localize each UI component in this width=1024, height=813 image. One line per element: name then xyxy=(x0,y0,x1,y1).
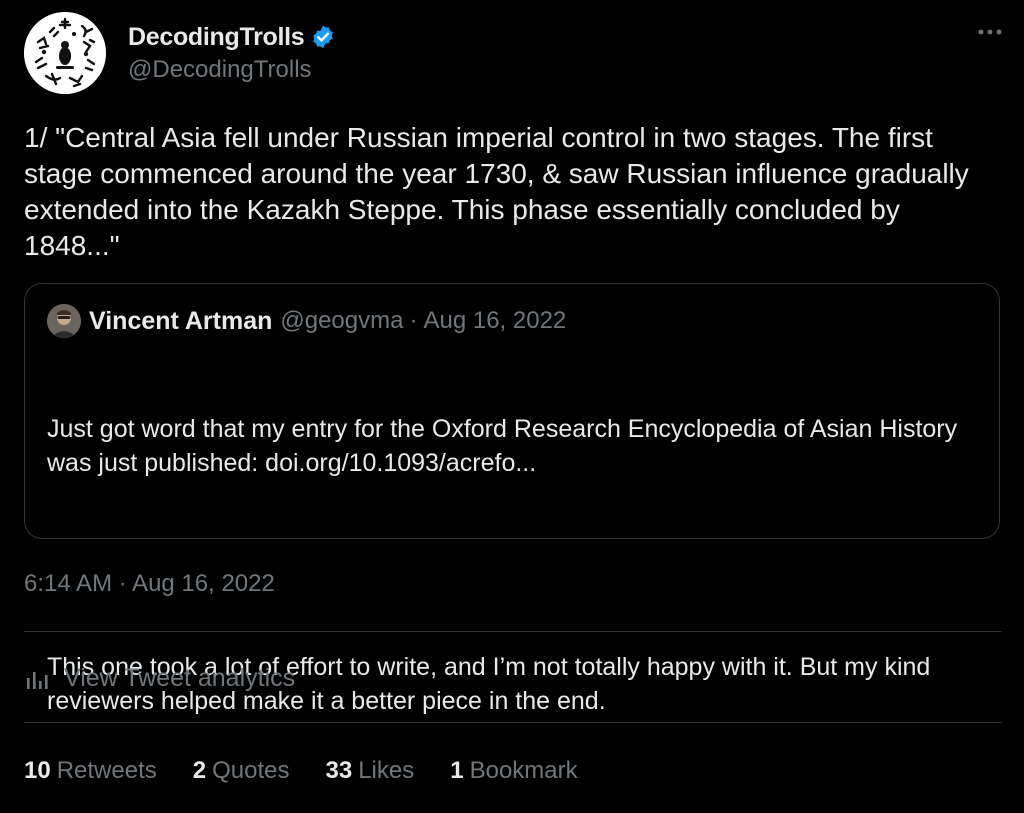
quoted-author-name: Vincent Artman xyxy=(89,306,273,335)
quoted-tweet-paragraph: Just got word that my entry for the Oxfo… xyxy=(47,415,965,477)
quoted-author-avatar xyxy=(47,304,81,338)
author-name-row: DecodingTrolls xyxy=(128,22,336,52)
author-avatar[interactable] xyxy=(24,12,106,94)
tweet-header: DecodingTrolls @DecodingTrolls xyxy=(24,12,1004,98)
view-analytics-link[interactable]: View Tweet analytics xyxy=(24,660,295,696)
retweets-count: 10 xyxy=(24,757,51,784)
retweets-stat[interactable]: 10 Retweets xyxy=(24,757,157,785)
more-options-icon[interactable] xyxy=(976,22,1004,42)
bookmarks-count: 1 xyxy=(450,757,464,784)
quoted-meta-separator: · xyxy=(409,307,418,334)
retweets-label: Retweets xyxy=(56,757,157,784)
quoted-tweet[interactable]: Vincent Artman @geogvma · Aug 16, 2022 J… xyxy=(24,283,1000,715)
tweet-timestamp[interactable]: 6:14 AM · Aug 16, 2022 xyxy=(24,570,275,598)
divider xyxy=(24,631,1002,632)
quoted-author-handle: @geogvma xyxy=(280,307,404,334)
likes-count: 33 xyxy=(325,757,353,784)
bookmarks-label: Bookmark xyxy=(469,757,578,784)
bookmarks-stat[interactable]: 1 Bookmark xyxy=(450,757,577,785)
quoted-tweet-header: Vincent Artman @geogvma · Aug 16, 2022 xyxy=(47,304,567,338)
likes-stat[interactable]: 33 Likes xyxy=(326,757,415,785)
engagement-stats: 10 Retweets 2 Quotes 33 Likes 1 Bookmark xyxy=(24,754,614,788)
quoted-tweet-body: Just got word that my entry for the Oxfo… xyxy=(47,344,977,786)
analytics-bars-icon xyxy=(24,664,52,692)
quoted-tweet-date: Aug 16, 2022 xyxy=(423,307,567,334)
quotes-label: Quotes xyxy=(212,757,290,784)
author-handle[interactable]: @DecodingTrolls xyxy=(128,56,312,84)
divider xyxy=(24,722,1002,723)
avatar-glyphs-image xyxy=(24,12,106,94)
author-display-name[interactable]: DecodingTrolls xyxy=(128,23,305,52)
likes-label: Likes xyxy=(358,757,415,784)
tweet-text: 1/ "Central Asia fell under Russian impe… xyxy=(24,122,977,261)
quotes-stat[interactable]: 2 Quotes xyxy=(193,757,290,785)
view-analytics-label: View Tweet analytics xyxy=(64,663,296,692)
quotes-count: 2 xyxy=(192,757,207,784)
verified-badge-icon xyxy=(310,24,336,50)
